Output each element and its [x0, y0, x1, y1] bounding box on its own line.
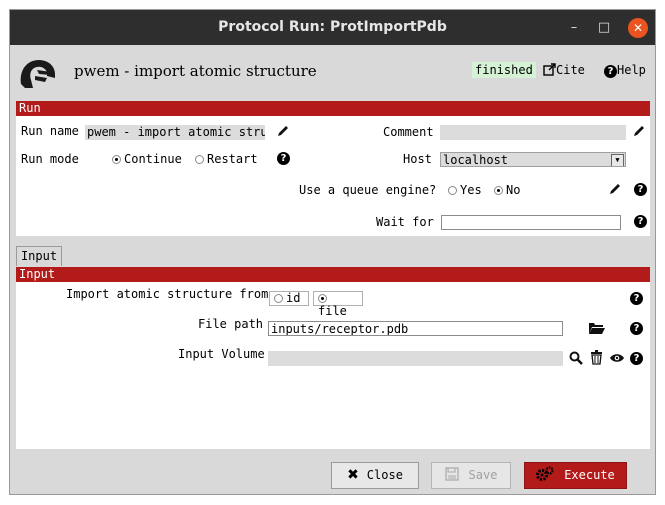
import-file-label: file	[318, 304, 347, 318]
gears-icon	[536, 466, 554, 491]
edit-comment-pencil-icon[interactable]	[632, 124, 646, 141]
host-select[interactable]: localhost ▼	[440, 152, 626, 167]
input-volume-field[interactable]	[268, 351, 563, 366]
run-name-label: Run name	[21, 124, 79, 138]
folder-open-icon[interactable]	[588, 321, 606, 338]
close-x-icon: ✖	[347, 467, 359, 483]
run-mode-continue-radio[interactable]: Continue	[112, 152, 182, 166]
protocol-window: Protocol Run: ProtImportPdb – □ ✕ pwem -…	[9, 9, 656, 495]
help-label: Help	[617, 63, 646, 77]
edit-queue-pencil-icon[interactable]	[608, 182, 622, 199]
wait-for-label: Wait for	[376, 215, 434, 229]
eye-icon[interactable]	[609, 352, 625, 367]
continue-label: Continue	[124, 152, 182, 166]
run-section-header: Run	[16, 101, 650, 116]
execute-label: Execute	[564, 468, 615, 482]
search-icon[interactable]	[569, 351, 583, 368]
run-mode-help-icon[interactable]: ?	[277, 152, 290, 165]
tab-input[interactable]: Input	[16, 246, 62, 266]
import-id-label: id	[286, 291, 301, 305]
window-title: Protocol Run: ProtImportPdb	[218, 19, 447, 35]
input-section-header: Input	[16, 267, 650, 282]
import-from-help-icon[interactable]: ?	[630, 292, 643, 305]
wait-for-help-icon[interactable]: ?	[634, 215, 647, 228]
radio-selected-icon	[318, 294, 327, 303]
radio-unselected-icon	[195, 155, 204, 164]
radio-unselected-icon	[274, 294, 283, 303]
input-volume-help-icon[interactable]: ?	[630, 352, 643, 365]
status-badge: finished	[472, 62, 536, 78]
minimize-button[interactable]: –	[564, 18, 584, 38]
help-link[interactable]: ? Help	[604, 62, 646, 78]
comment-field[interactable]	[440, 125, 626, 140]
file-path-label: File path	[198, 317, 264, 331]
trash-icon[interactable]	[590, 350, 603, 368]
close-button[interactable]: ✖ Close	[331, 462, 419, 489]
queue-yes-label: Yes	[460, 183, 482, 197]
comment-label: Comment	[383, 125, 434, 139]
close-label: Close	[366, 468, 403, 482]
file-path-help-icon[interactable]: ?	[630, 322, 643, 335]
import-file-radio[interactable]: file	[313, 291, 363, 318]
cite-label: Cite	[556, 63, 585, 77]
radio-selected-icon	[112, 155, 121, 164]
file-path-field[interactable]: inputs/receptor.pdb	[268, 321, 563, 336]
run-mode-restart-radio[interactable]: Restart	[195, 152, 258, 166]
restart-label: Restart	[207, 152, 258, 166]
radio-selected-icon	[494, 186, 503, 195]
queue-no-label: No	[506, 183, 521, 197]
external-link-icon	[543, 63, 556, 80]
queue-engine-label: Use a queue engine?	[299, 183, 437, 197]
save-button[interactable]: Save	[431, 462, 511, 489]
edit-run-name-pencil-icon[interactable]	[276, 124, 290, 141]
input-volume-label: Input Volume	[178, 347, 265, 361]
maximize-button[interactable]: □	[594, 18, 614, 38]
host-label: Host	[403, 152, 432, 166]
queue-yes-radio[interactable]: Yes	[448, 183, 482, 197]
run-name-field[interactable]: pwem - import atomic structure	[85, 125, 265, 140]
radio-unselected-icon	[448, 186, 457, 195]
dropdown-arrow-icon: ▼	[611, 154, 624, 166]
queue-no-radio[interactable]: No	[494, 183, 520, 197]
wait-for-field[interactable]	[441, 215, 621, 230]
cite-link[interactable]: Cite	[543, 62, 585, 78]
import-id-radio[interactable]: id	[269, 291, 309, 306]
execute-button[interactable]: Execute	[524, 462, 627, 489]
close-window-button[interactable]: ✕	[628, 18, 648, 38]
import-from-label: Import atomic structure from	[66, 287, 269, 301]
scipion-logo-icon	[17, 54, 57, 92]
queue-help-icon[interactable]: ?	[634, 183, 647, 196]
help-icon: ?	[604, 65, 617, 78]
host-value: localhost	[443, 153, 509, 167]
save-disk-icon	[444, 465, 459, 490]
save-label: Save	[468, 468, 498, 482]
protocol-title: pwem - import atomic structure	[74, 62, 317, 80]
run-mode-label: Run mode	[21, 152, 79, 166]
title-bar: Protocol Run: ProtImportPdb – □ ✕	[10, 10, 655, 45]
